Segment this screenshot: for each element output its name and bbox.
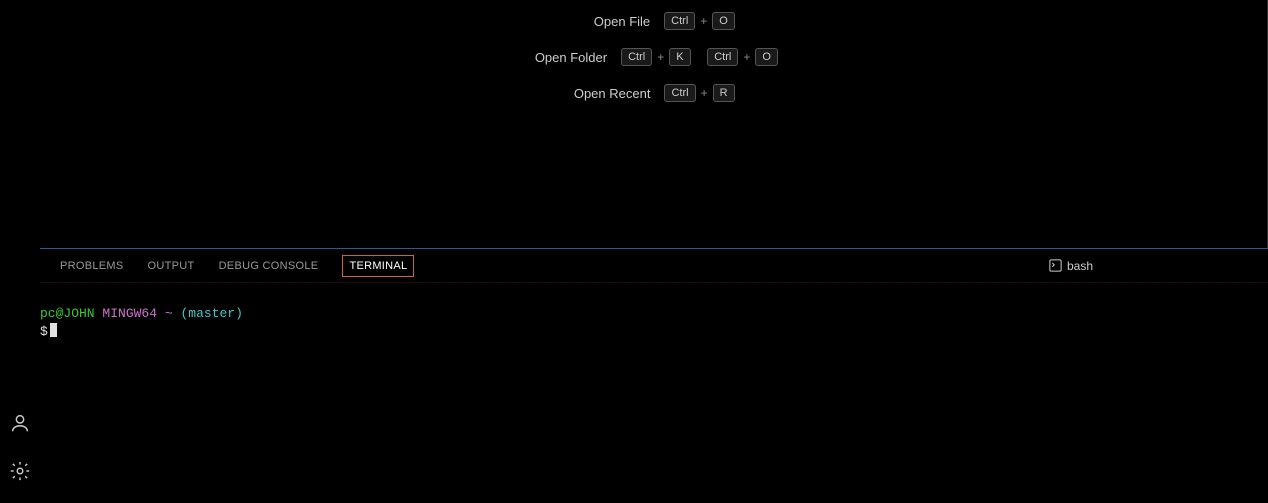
- shortcut-open-recent[interactable]: Open Recent Ctrl + R: [572, 84, 734, 102]
- panel-tabs: PROBLEMS OUTPUT DEBUG CONSOLE TERMINAL b…: [40, 249, 1268, 283]
- panel-actions: bash: [1048, 258, 1248, 273]
- shortcut-open-folder[interactable]: Open Folder Ctrl + K Ctrl + O: [529, 48, 778, 66]
- key-ctrl: Ctrl: [707, 48, 738, 66]
- maximize-panel-icon[interactable]: [1208, 259, 1222, 273]
- close-panel-icon[interactable]: [1234, 259, 1248, 273]
- key-ctrl: Ctrl: [664, 12, 695, 30]
- shortcut-open-file[interactable]: Open File Ctrl + O: [572, 12, 735, 30]
- terminal-name: bash: [1067, 259, 1093, 273]
- split-terminal-icon[interactable]: [1155, 258, 1170, 273]
- tab-terminal[interactable]: TERMINAL: [342, 255, 414, 277]
- terminal-input-line[interactable]: $: [40, 323, 1268, 341]
- tab-debug-console[interactable]: DEBUG CONSOLE: [219, 254, 319, 278]
- accounts-icon[interactable]: [8, 411, 32, 435]
- editor-area: Open File Ctrl + O Open Folder Ctrl + K …: [40, 0, 1268, 248]
- key-k: K: [669, 48, 690, 66]
- shortcut-label: Open File: [572, 14, 650, 29]
- prompt-branch: (master): [180, 306, 242, 321]
- terminal-launch-profile[interactable]: bash: [1048, 258, 1093, 273]
- terminal-cursor: [50, 323, 57, 337]
- panel: PROBLEMS OUTPUT DEBUG CONSOLE TERMINAL b…: [40, 248, 1268, 503]
- shortcut-label: Open Folder: [529, 50, 607, 65]
- plus-icon: +: [701, 86, 708, 100]
- key-o: O: [755, 48, 778, 66]
- plus-icon: +: [700, 14, 707, 28]
- key-sequence: Ctrl + R: [664, 84, 734, 102]
- prompt-env: MINGW64: [102, 306, 157, 321]
- key-sequence: Ctrl + O: [664, 12, 735, 30]
- plus-icon: +: [743, 50, 750, 64]
- key-r: R: [713, 84, 735, 102]
- new-terminal-icon[interactable]: [1105, 259, 1119, 273]
- plus-icon: +: [657, 50, 664, 64]
- prompt-path: ~: [165, 306, 173, 321]
- prompt-user: pc@JOHN: [40, 306, 95, 321]
- terminal-prompt-line: pc@JOHN MINGW64 ~ (master): [40, 305, 1268, 323]
- tab-output[interactable]: OUTPUT: [148, 254, 195, 278]
- welcome-shortcuts: Open File Ctrl + O Open Folder Ctrl + K …: [40, 0, 1267, 102]
- chevron-down-icon[interactable]: [1131, 260, 1143, 272]
- key-sequence: Ctrl + K Ctrl + O: [621, 48, 778, 66]
- activity-bar: [0, 0, 40, 503]
- shortcut-label: Open Recent: [572, 86, 650, 101]
- key-o: O: [712, 12, 735, 30]
- gear-icon[interactable]: [8, 459, 32, 483]
- key-ctrl: Ctrl: [621, 48, 652, 66]
- terminal[interactable]: pc@JOHN MINGW64 ~ (master) $: [40, 283, 1268, 340]
- kill-terminal-icon[interactable]: [1182, 259, 1196, 273]
- key-ctrl: Ctrl: [664, 84, 695, 102]
- prompt-symbol: $: [40, 324, 48, 339]
- tab-problems[interactable]: PROBLEMS: [60, 254, 124, 278]
